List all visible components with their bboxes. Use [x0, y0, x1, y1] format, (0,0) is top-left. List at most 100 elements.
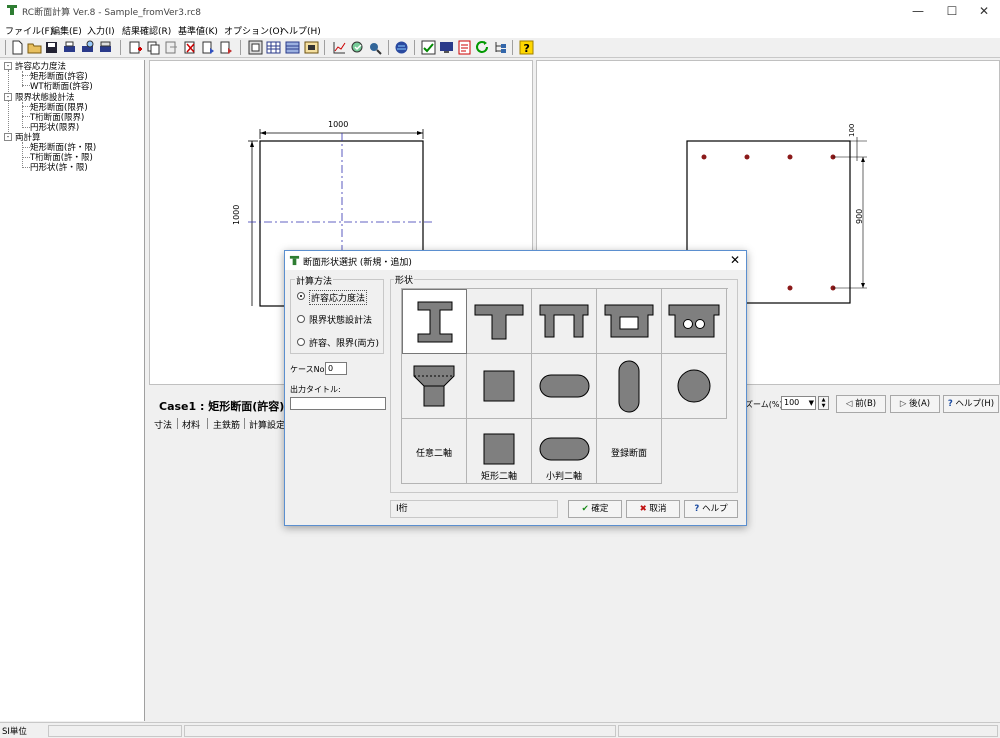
toolbar: ?: [0, 38, 1000, 58]
menu-results[interactable]: 結果確認(R): [122, 24, 171, 37]
open-folder-icon[interactable]: [27, 40, 42, 55]
toolbar-separator: [240, 40, 241, 55]
tree-connector: [22, 127, 30, 128]
shape-label: 形状: [394, 273, 415, 286]
tree-layout-icon[interactable]: [493, 40, 508, 55]
unit-status: SI単位: [2, 727, 27, 737]
maximize-button[interactable]: ☐: [934, 0, 970, 22]
new-file-icon[interactable]: [10, 40, 25, 55]
circle-shape-icon: [677, 369, 711, 403]
radio-both[interactable]: [297, 338, 305, 346]
zoom-spinner[interactable]: ▲ ▼: [818, 396, 829, 410]
help-button-label: ヘルプ(H): [955, 399, 995, 409]
shape-t-girder[interactable]: [467, 289, 532, 354]
column-capital-shape-icon: [413, 365, 455, 407]
check-icon[interactable]: [421, 40, 436, 55]
print-setup-icon[interactable]: [98, 40, 113, 55]
close-window-button[interactable]: ✕: [966, 0, 1000, 22]
height-dimension-label: 1000: [232, 204, 241, 225]
section-down-icon[interactable]: [219, 40, 234, 55]
tree-collapse-toggle[interactable]: -: [4, 93, 12, 101]
shape-arbitrary-biaxial[interactable]: 任意二軸: [402, 419, 467, 484]
shape-oval-biaxial[interactable]: 小判二軸: [532, 419, 597, 484]
menu-bar: ファイル(F) 編集(E) 入力(I) 結果確認(R) 基準値(K) オプション…: [0, 22, 1000, 38]
radio-allowable-label[interactable]: 許容応力度法: [309, 290, 368, 305]
detail-result-icon[interactable]: [368, 40, 383, 55]
tree-connector: [22, 157, 30, 158]
move-section-icon[interactable]: [164, 40, 179, 55]
dialog-close-icon[interactable]: ✕: [730, 253, 740, 267]
table-view-icon[interactable]: [266, 40, 281, 55]
menu-standards[interactable]: 基準値(K): [178, 24, 218, 37]
shape-box-girder[interactable]: [597, 289, 662, 354]
dialog-help-button[interactable]: ? ヘルプ: [684, 500, 738, 518]
calc-settings-icon[interactable]: [304, 40, 319, 55]
prev-button[interactable]: ◁ 前(B): [836, 395, 886, 413]
monitor-icon[interactable]: [439, 40, 454, 55]
copy-section-icon[interactable]: [146, 40, 161, 55]
help-button[interactable]: ? ヘルプ(H): [943, 395, 999, 413]
shape-column-capital[interactable]: [402, 354, 467, 419]
next-arrow-icon: ▷: [899, 399, 907, 409]
globe-icon[interactable]: [394, 40, 409, 55]
report-icon[interactable]: [457, 40, 472, 55]
shape-vertical-oval[interactable]: [597, 354, 662, 419]
delete-section-icon[interactable]: [183, 40, 198, 55]
calc-method-label: 計算方法: [295, 274, 334, 287]
shape-registered[interactable]: 登録断面: [597, 419, 662, 484]
shape-i-girder[interactable]: [402, 289, 467, 354]
radio-limit-state[interactable]: [297, 315, 305, 323]
tree-connector: [22, 116, 30, 117]
radio-limit-state-label[interactable]: 限界状態設計法: [309, 313, 372, 326]
tab-separator: [244, 418, 245, 429]
dialog-help-button-label: ヘルプ: [702, 504, 728, 514]
tree-collapse-toggle[interactable]: -: [4, 133, 12, 141]
refresh-icon[interactable]: [475, 40, 490, 55]
case-no-input[interactable]: 0: [325, 362, 347, 375]
tree-item-circle-both[interactable]: 円形状(許・限): [30, 161, 88, 173]
width-dimension-label: 1000: [328, 120, 349, 129]
shape-pi-girder[interactable]: [532, 289, 597, 354]
menu-file[interactable]: ファイル(F): [5, 24, 53, 37]
shape-grid: 任意二軸 矩形二軸 小判二軸 登録断面: [401, 288, 728, 484]
add-section-icon[interactable]: [128, 40, 143, 55]
menu-options[interactable]: オプション(O): [224, 24, 283, 37]
result-icon[interactable]: [350, 40, 365, 55]
ok-button[interactable]: ✔ 確定: [568, 500, 622, 518]
tab-dimensions[interactable]: 寸法: [154, 418, 172, 431]
grid-view-icon[interactable]: [285, 40, 300, 55]
shape-rect-biaxial[interactable]: 矩形二軸: [467, 419, 532, 484]
toolbar-separator: [324, 40, 325, 55]
print-icon[interactable]: [62, 40, 77, 55]
output-title-input[interactable]: [290, 397, 386, 410]
graph-icon[interactable]: [332, 40, 347, 55]
next-button[interactable]: ▷ 後(A): [890, 395, 940, 413]
menu-edit[interactable]: 編集(E): [51, 24, 82, 37]
tab-main-rebar[interactable]: 主鉄筋: [213, 418, 240, 431]
shape-circle[interactable]: [662, 354, 727, 419]
dialog-title: 断面形状選択 (新規・追加): [303, 258, 412, 268]
section-up-icon[interactable]: [201, 40, 216, 55]
toolbar-separator: [388, 40, 389, 55]
tab-materials[interactable]: 材料: [182, 418, 200, 431]
section-tree: - 許容応力度法 矩形断面(許容) WT桁断面(許容) - 限界状態設計法 矩形…: [0, 60, 145, 721]
zoom-select[interactable]: 100 ▼: [781, 396, 816, 410]
radio-allowable[interactable]: [297, 292, 305, 300]
toolbar-separator: [120, 40, 121, 55]
tree-collapse-toggle[interactable]: -: [4, 62, 12, 70]
help-question-icon[interactable]: ?: [519, 40, 534, 55]
menu-help[interactable]: ヘルプ(H): [280, 24, 321, 37]
save-icon[interactable]: [44, 40, 59, 55]
shape-hollow-slab[interactable]: [662, 289, 727, 354]
tab-calc-settings[interactable]: 計算設定: [249, 418, 285, 431]
input-mode-icon[interactable]: [248, 40, 263, 55]
shape-arbitrary-biaxial-label: 任意二軸: [415, 449, 452, 459]
print-preview-icon[interactable]: [80, 40, 95, 55]
minimize-button[interactable]: —: [900, 0, 936, 22]
shape-rectangle[interactable]: [467, 354, 532, 419]
cancel-button-label: 取消: [649, 504, 667, 514]
cancel-button[interactable]: ✖ 取消: [626, 500, 680, 518]
radio-both-label[interactable]: 許容、限界(両方): [309, 336, 379, 349]
shape-oval[interactable]: [532, 354, 597, 419]
menu-input[interactable]: 入力(I): [87, 24, 115, 37]
